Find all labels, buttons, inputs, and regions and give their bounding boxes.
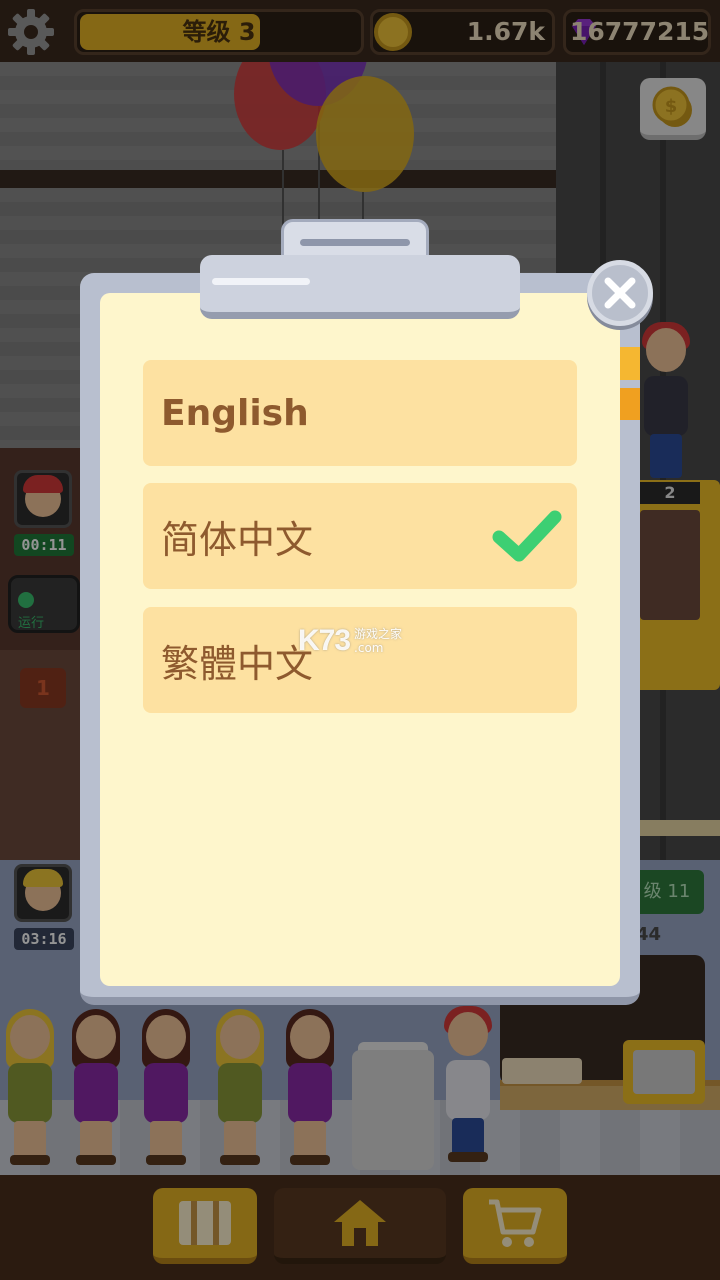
clip-shine (212, 278, 310, 285)
language-label: 繁體中文 (161, 641, 314, 686)
language-label: 简体中文 (161, 517, 314, 562)
language-option-traditional-chinese[interactable]: 繁體中文 (143, 607, 577, 713)
clip-line (300, 239, 410, 246)
language-option-english[interactable]: English (143, 360, 577, 466)
close-button[interactable] (587, 260, 653, 326)
side-tab (620, 388, 640, 420)
language-label: English (161, 392, 309, 434)
checkmark-icon (492, 510, 562, 562)
close-icon (604, 277, 636, 309)
language-option-simplified-chinese[interactable]: 简体中文 (143, 483, 577, 589)
clipboard-base (200, 255, 520, 319)
